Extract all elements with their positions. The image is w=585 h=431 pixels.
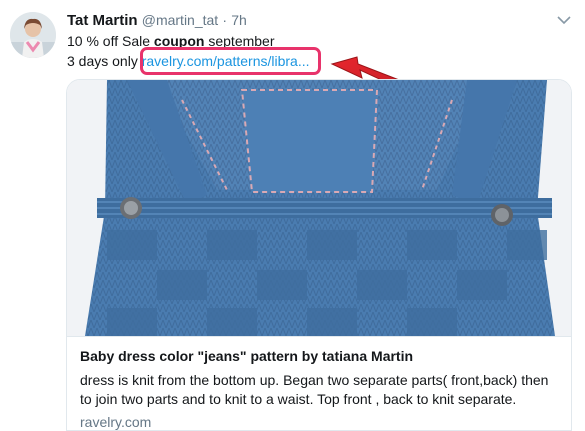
card-image[interactable] — [67, 80, 571, 336]
separator-dot: · — [222, 12, 228, 28]
author-handle[interactable]: @martin_tat — [142, 12, 218, 28]
link-highlight-box — [140, 47, 321, 75]
author-name[interactable]: Tat Martin — [67, 12, 138, 29]
card-body[interactable]: Baby dress color "jeans" pattern by tati… — [67, 336, 571, 430]
tweet-text-prefix-2: 3 days only — [67, 53, 142, 69]
link-card[interactable]: Baby dress color "jeans" pattern by tati… — [66, 79, 572, 431]
card-title[interactable]: Baby dress color "jeans" pattern by tati… — [80, 347, 560, 365]
chevron-down-icon[interactable] — [556, 14, 572, 26]
card-description: dress is knit from the bottom up. Began … — [80, 372, 549, 407]
avatar[interactable] — [10, 12, 56, 58]
timestamp[interactable]: 7h — [231, 12, 247, 28]
tweet: Tat Martin @martin_tat · 7h 10 % off Sal… — [0, 0, 585, 431]
card-domain: ravelry.com — [80, 414, 152, 430]
tweet-header: Tat Martin @martin_tat · 7h — [67, 10, 247, 31]
tweet-text-prefix: 10 % off Sale — [67, 33, 154, 49]
